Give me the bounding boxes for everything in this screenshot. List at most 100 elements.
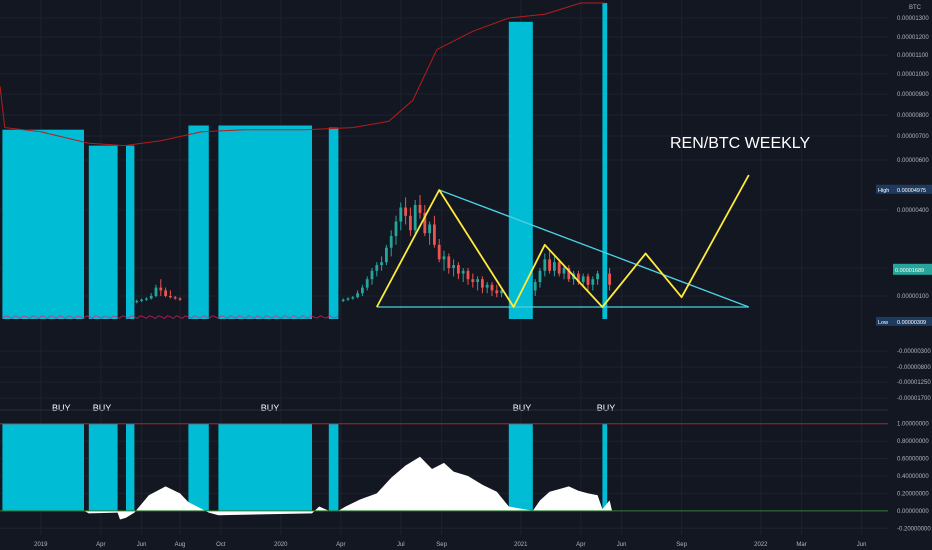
highlight-bar	[218, 125, 312, 319]
highlight-bar	[126, 145, 135, 319]
candle-body	[409, 215, 412, 231]
oscillator-tick-label: 0.40000000	[897, 474, 929, 480]
candle-body	[341, 299, 345, 301]
candle-body	[169, 296, 172, 298]
oscillator-tick-label: 0.20000000	[897, 491, 929, 497]
candle-body	[418, 205, 422, 213]
oscillator-highlight-bar	[602, 423, 608, 511]
candle-body	[538, 270, 542, 282]
buy-label: BUY	[93, 403, 112, 413]
candle-body	[356, 293, 359, 298]
candle-body	[466, 270, 470, 280]
candle-body	[346, 298, 350, 300]
chart-title: REN/BTC WEEKLY	[670, 135, 811, 152]
candle-body	[159, 287, 163, 291]
oscillator-highlight-bar	[2, 423, 84, 511]
time-tick-label: Jul	[397, 542, 405, 548]
candle-body	[361, 287, 364, 294]
candle-body	[557, 262, 561, 274]
candle-body	[164, 290, 167, 296]
candle-body	[145, 298, 148, 300]
candle-body	[394, 221, 398, 237]
low-tag-value: 0.00000309	[897, 320, 926, 326]
price-tick-label: 0.00001100	[897, 53, 929, 59]
price-tick-label: 0.00000800	[897, 113, 929, 119]
candle-body	[581, 276, 585, 282]
highlight-bar	[88, 145, 118, 319]
candle-body	[481, 279, 484, 288]
time-tick-label: 2022	[754, 542, 768, 548]
candle-body	[543, 259, 547, 271]
oscillator-tick-label: 0.60000000	[897, 457, 929, 463]
time-tick-label: Jun	[857, 542, 867, 548]
candle-body	[596, 273, 599, 280]
candle-body	[365, 279, 369, 288]
time-tick-label: Jun	[137, 542, 147, 548]
candle-body	[135, 300, 139, 303]
highlight-bar	[2, 129, 84, 319]
high-tag-label: High	[878, 188, 889, 194]
price-tick-label: 0.00000900	[897, 92, 929, 98]
candle-body	[370, 270, 374, 280]
candle-body	[553, 262, 556, 271]
candle-body	[586, 276, 590, 285]
candle-body	[433, 224, 436, 245]
price-tick-label: -0.00001700	[897, 396, 931, 402]
candle-body	[399, 207, 403, 222]
time-tick-label: 2020	[274, 542, 288, 548]
candle-body	[413, 205, 417, 231]
candle-body	[375, 265, 379, 271]
oscillator-highlight-bar	[328, 423, 339, 511]
highlight-bar	[188, 125, 209, 319]
price-tick-label: -0.00000800	[897, 365, 931, 371]
price-tick-label: 0.00001200	[897, 35, 929, 41]
time-tick-label: 2019	[34, 542, 48, 548]
oscillator-highlight-bar	[218, 423, 312, 511]
candle-body	[591, 279, 595, 285]
price-tick-label: 0.00001000	[897, 72, 929, 78]
price-tick-label: 0.00000600	[897, 158, 929, 164]
price-tick-label: 0.00001300	[897, 16, 929, 22]
time-tick-label: Jun	[617, 542, 627, 548]
candle-body	[351, 297, 355, 299]
time-tick-label: 2021	[514, 542, 528, 548]
candle-body	[495, 290, 499, 294]
candle-body	[437, 244, 441, 260]
candle-body	[404, 207, 407, 216]
time-tick-label: Oct	[216, 542, 226, 548]
buy-label: BUY	[261, 403, 280, 413]
candle-body	[452, 265, 455, 268]
highlight-bar	[328, 127, 339, 319]
candle-body	[149, 296, 153, 299]
candle-body	[485, 284, 489, 288]
time-tick-label: Sep	[676, 542, 687, 548]
price-tick-label: 0.00000700	[897, 134, 929, 140]
candle-body	[173, 297, 177, 299]
highlight-bar	[602, 3, 608, 319]
candle-body	[471, 279, 475, 282]
time-tick-label: Mar	[796, 542, 806, 548]
chart-background	[0, 0, 932, 550]
current-price-value: 0.00001689	[895, 268, 924, 274]
oscillator-tick-label: 1.00000000	[897, 422, 929, 428]
buy-label: BUY	[52, 403, 71, 413]
buy-label: BUY	[597, 403, 616, 413]
time-tick-label: Apr	[336, 542, 345, 548]
price-tick-label: -0.00000300	[897, 349, 931, 355]
time-tick-label: Apr	[576, 542, 585, 548]
oscillator-tick-label: -0.20000000	[897, 526, 931, 532]
price-tick-label: -0.00001250	[897, 380, 931, 386]
candle-body	[548, 259, 551, 271]
buy-label: BUY	[513, 403, 532, 413]
oscillator-tick-label: 0.80000000	[897, 439, 929, 445]
oscillator-highlight-bar	[88, 423, 118, 511]
quote-currency-label: BTC	[909, 5, 922, 11]
price-tick-label: 0.00000400	[897, 208, 929, 214]
time-tick-label: Aug	[175, 542, 186, 548]
oscillator-highlight-bar	[508, 423, 533, 511]
candle-body	[562, 268, 566, 274]
time-tick-label: Sep	[436, 542, 447, 548]
candle-body	[385, 247, 388, 263]
oscillator-tick-label: 0.00000000	[897, 509, 929, 515]
candle-body	[447, 256, 451, 268]
